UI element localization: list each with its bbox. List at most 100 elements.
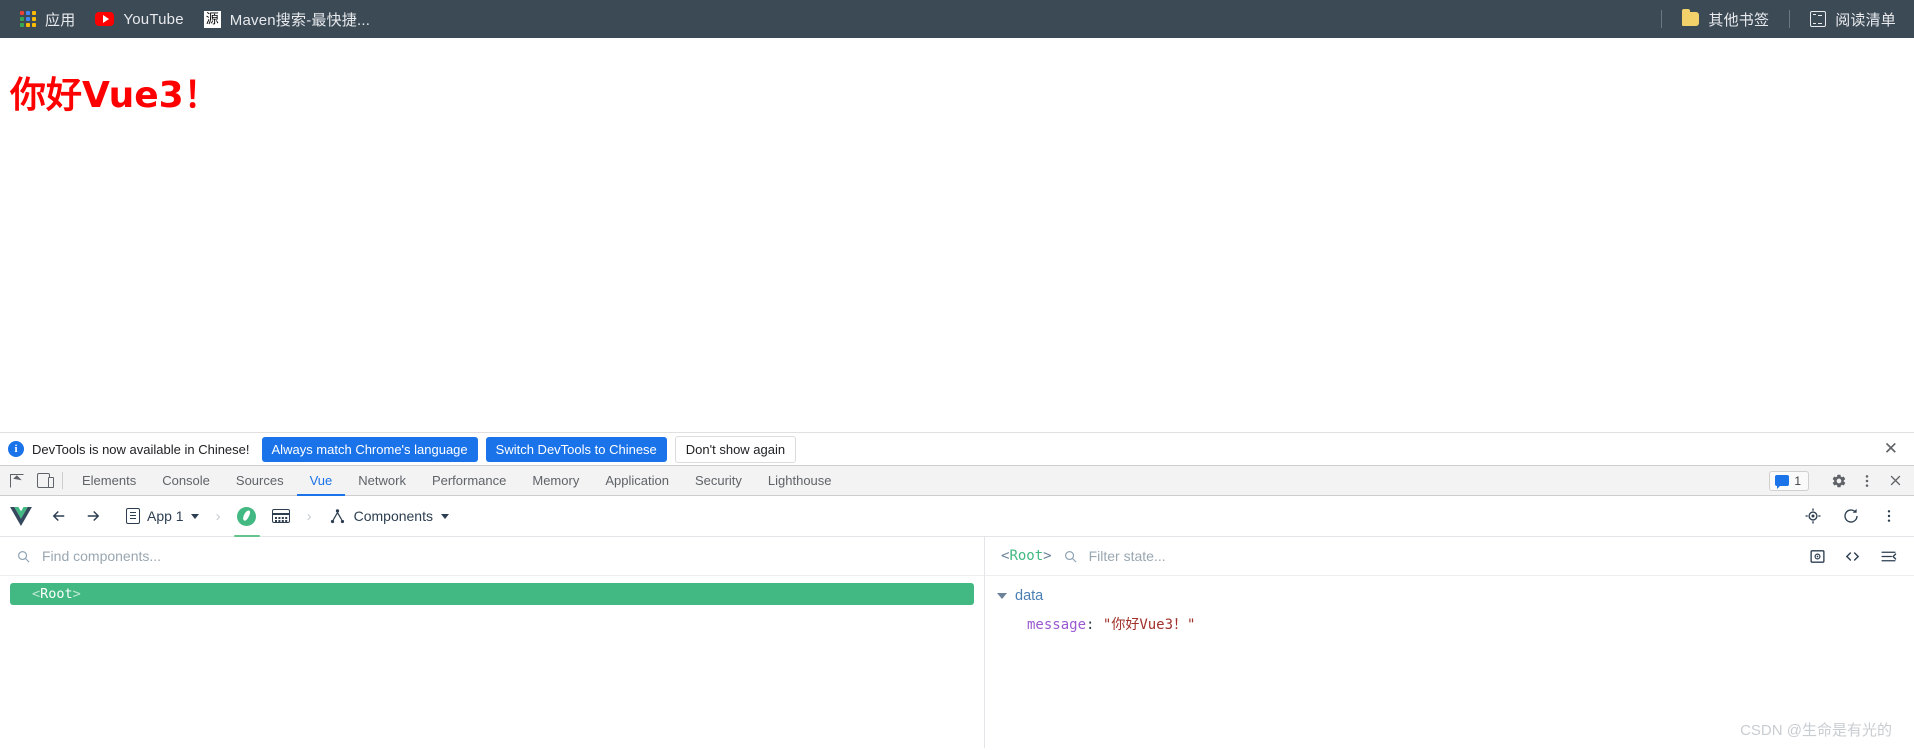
always-match-language-button[interactable]: Always match Chrome's language — [261, 436, 478, 462]
state-panel-actions — [1809, 548, 1898, 565]
vue-instance-button[interactable] — [232, 501, 262, 537]
bookmark-label: 应用 — [45, 11, 76, 29]
settings-button[interactable] — [1826, 468, 1852, 494]
message-icon — [1775, 475, 1790, 489]
divider — [1789, 10, 1791, 28]
more-options-icon — [1887, 510, 1891, 522]
tab-network[interactable]: Network — [345, 467, 419, 496]
message-count: 1 — [1794, 473, 1801, 488]
vue-logo — [10, 506, 32, 526]
app-icon — [126, 508, 140, 524]
tab-performance[interactable]: Performance — [419, 467, 519, 496]
watermark: CSDN @生命是有光的 — [1740, 722, 1892, 739]
tab-console[interactable]: Console — [149, 467, 223, 496]
reading-list-icon — [1810, 11, 1827, 27]
inspect-element-button[interactable] — [4, 466, 30, 495]
search-icon — [1064, 550, 1077, 563]
device-toolbar-icon — [36, 473, 54, 488]
device-toolbar-button[interactable] — [30, 466, 56, 495]
close-devtools-button[interactable] — [1882, 468, 1908, 494]
devtools-language-notice: i DevTools is now available in Chinese! … — [0, 432, 1914, 466]
state-panel-header: <Root> Filter state... — [985, 537, 1914, 576]
back-button[interactable] — [44, 501, 74, 531]
chevron-down-icon — [440, 513, 449, 519]
tab-vue[interactable]: Vue — [296, 467, 346, 496]
tree-node-root[interactable]: <Root> — [10, 583, 974, 605]
bracket-open: < — [32, 586, 41, 602]
selected-component-label: <Root> — [1001, 548, 1052, 564]
bookmark-label: YouTube — [123, 10, 184, 28]
other-bookmarks-label: 其他书签 — [1708, 11, 1770, 29]
switch-to-chinese-button[interactable]: Switch DevTools to Chinese — [485, 436, 667, 462]
collapse-all-icon[interactable] — [1879, 548, 1898, 565]
prop-separator: : — [1086, 617, 1095, 633]
state-prop-message[interactable]: message: "你好Vue3！" — [997, 604, 1914, 634]
youtube-icon — [95, 12, 115, 26]
notice-text: DevTools is now available in Chinese! — [32, 441, 250, 457]
message-count-badge[interactable]: 1 — [1769, 470, 1809, 491]
vue-devtools-body: Find components... <Root> <Root> Filter … — [0, 537, 1914, 748]
tab-sources[interactable]: Sources — [223, 467, 297, 496]
prop-key: message — [1027, 617, 1087, 633]
devtools-tab-bar: Elements Console Sources Vue Network Per… — [0, 466, 1914, 496]
search-icon — [18, 550, 30, 563]
refresh-icon — [1844, 508, 1858, 523]
inspect-dom-icon[interactable] — [1809, 548, 1826, 565]
state-group-data[interactable]: data — [997, 588, 1914, 604]
apps-grid-icon — [20, 11, 36, 27]
forward-button[interactable] — [78, 501, 108, 531]
state-group-label: data — [1015, 588, 1044, 604]
more-options-button[interactable] — [1854, 468, 1880, 494]
bookmark-label: Maven搜索-最快捷... — [229, 11, 371, 29]
bookmark-bar: 应用 YouTube 源 Maven搜索-最快捷... 其他书签 阅读清单 — [0, 0, 1914, 38]
other-bookmarks-button[interactable]: 其他书签 — [1672, 5, 1779, 34]
devtools-tab-bar-right: 1 — [1769, 466, 1914, 495]
find-components-row[interactable]: Find components... — [0, 537, 984, 576]
vue-toolbar-right — [1798, 501, 1904, 531]
panel-label: Components — [353, 508, 433, 524]
page-heading: 你好Vue3！ — [10, 75, 220, 116]
bookmark-item-youtube[interactable]: YouTube — [85, 7, 193, 32]
refresh-button[interactable] — [1836, 501, 1866, 531]
tree-node-label: <Root> — [32, 586, 81, 602]
inspect-element-icon — [10, 473, 24, 488]
components-panel: Find components... <Root> — [0, 537, 985, 748]
arrow-left-icon — [52, 510, 65, 522]
reading-list-label: 阅读清单 — [1835, 11, 1896, 29]
app-selector[interactable]: App 1 — [120, 504, 205, 528]
maven-favicon: 源 — [203, 10, 221, 28]
open-in-editor-icon[interactable] — [1843, 548, 1862, 565]
app-label: App 1 — [147, 508, 184, 524]
vue-devtools-toolbar: App 1 › › Components — [0, 496, 1914, 537]
more-options-icon — [1865, 474, 1869, 487]
vue-more-options-button[interactable] — [1874, 501, 1904, 531]
dont-show-again-button[interactable]: Don't show again — [674, 435, 797, 463]
tab-security[interactable]: Security — [682, 467, 755, 496]
component-tree: <Root> — [0, 576, 984, 605]
filter-state-input[interactable]: Filter state... — [1089, 548, 1166, 564]
components-tree-icon — [330, 508, 344, 523]
tab-elements[interactable]: Elements — [69, 467, 149, 496]
bookmark-bar-right: 其他书签 阅读清单 — [1651, 5, 1906, 34]
find-components-input[interactable]: Find components... — [42, 548, 161, 564]
tab-memory[interactable]: Memory — [519, 467, 592, 496]
close-icon[interactable]: ✕ — [1876, 439, 1906, 459]
divider — [1661, 10, 1663, 28]
folder-icon — [1682, 9, 1700, 26]
select-component-icon — [1805, 508, 1821, 524]
arrow-right-icon — [87, 510, 100, 522]
panel-selector[interactable]: Components — [323, 504, 455, 529]
tab-lighthouse[interactable]: Lighthouse — [755, 467, 845, 496]
bracket-close: > — [1043, 548, 1052, 564]
bookmark-item-apps[interactable]: 应用 — [10, 5, 85, 34]
chevron-down-icon — [190, 513, 199, 519]
tab-application[interactable]: Application — [592, 467, 682, 496]
render-timeline-button[interactable] — [266, 501, 296, 531]
select-component-button[interactable] — [1798, 501, 1828, 531]
state-content: data message: "你好Vue3！" — [985, 576, 1914, 634]
page-viewport: 你好Vue3！ — [0, 38, 1914, 432]
bookmark-item-maven[interactable]: 源 Maven搜索-最快捷... — [194, 5, 380, 34]
bracket-close: > — [72, 586, 81, 602]
reading-list-button[interactable]: 阅读清单 — [1800, 5, 1906, 34]
component-name: Root — [40, 586, 73, 602]
